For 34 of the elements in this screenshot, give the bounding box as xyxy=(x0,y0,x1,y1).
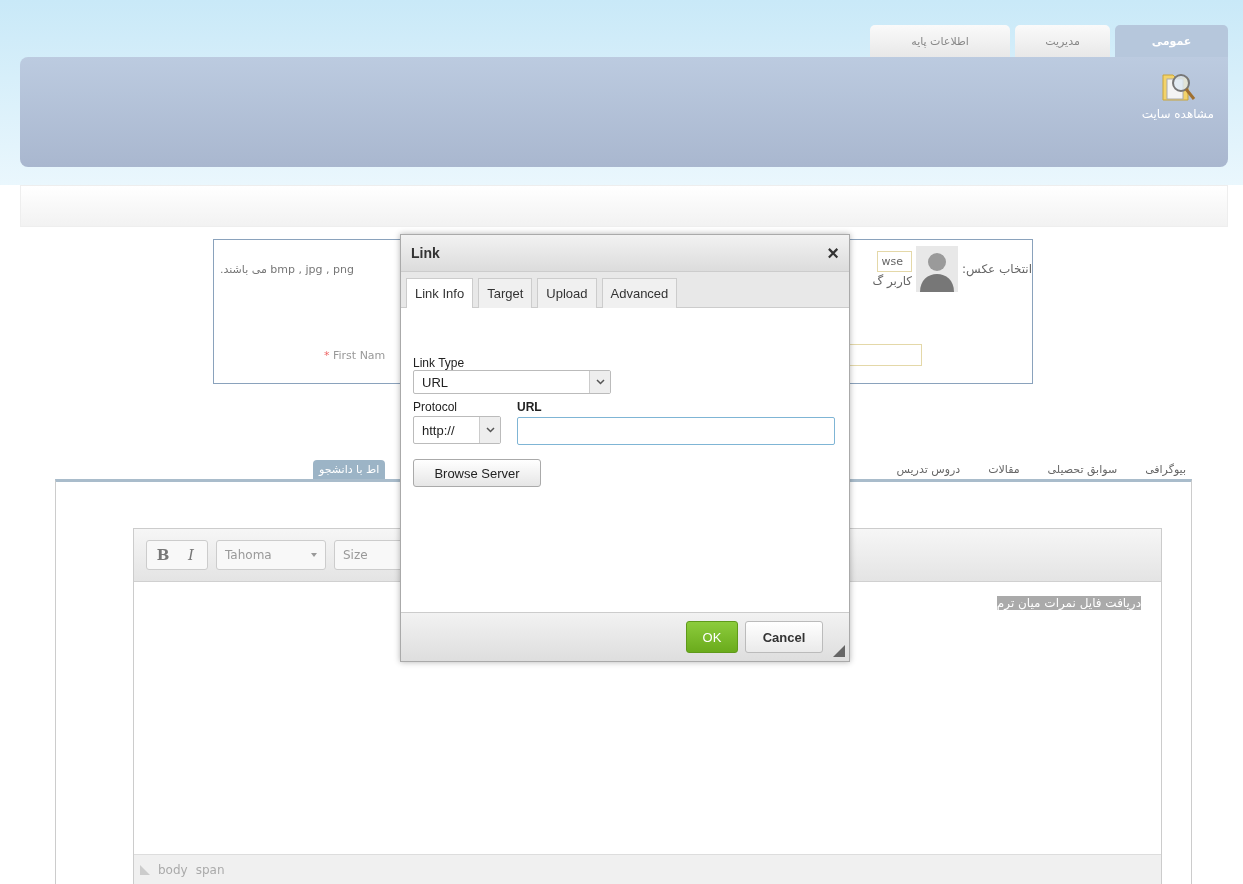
content-tab[interactable]: مقالات xyxy=(982,460,1026,479)
url-label: URL xyxy=(517,400,542,414)
photo-label: انتخاب عکس: xyxy=(962,262,1032,276)
avatar-icon xyxy=(916,246,959,292)
italic-button[interactable]: I xyxy=(179,546,203,564)
browse-button[interactable]: wse xyxy=(876,250,913,272)
header-tab[interactable]: مدیریت xyxy=(1015,25,1110,57)
link-type-select[interactable]: URL xyxy=(413,370,611,394)
dialog-tab[interactable]: Target xyxy=(478,278,533,308)
selected-text: دریافت فایل نمرات میان ترم xyxy=(996,596,1141,610)
dialog-tab[interactable]: Link Info xyxy=(406,278,474,308)
caret-icon xyxy=(595,379,605,385)
dialog-tab[interactable]: Advanced xyxy=(601,278,678,308)
content-tab[interactable]: دروس تدریس xyxy=(890,460,967,479)
content-tab[interactable]: سوابق تحصیلی xyxy=(1041,460,1124,479)
resize-icon xyxy=(140,864,150,875)
dropdown-arrow-icon xyxy=(311,553,317,557)
browse-server-button[interactable]: Browse Server xyxy=(413,459,541,487)
protocol-select[interactable]: http:// xyxy=(413,416,501,444)
caret-icon xyxy=(485,427,495,433)
link-type-label: Link Type xyxy=(413,356,466,370)
header-tab[interactable]: اطلاعات پایه xyxy=(870,25,1010,57)
url-input[interactable] xyxy=(517,417,835,445)
bold-button[interactable]: B xyxy=(151,546,175,564)
formats-note: bmp , jpg , png می باشند. xyxy=(220,262,354,276)
close-button[interactable]: × xyxy=(827,241,839,265)
content-tab[interactable]: بیوگرافی xyxy=(1139,460,1192,479)
dialog-title: Link xyxy=(411,245,440,261)
cancel-button[interactable]: Cancel xyxy=(745,621,823,653)
protocol-label: Protocol xyxy=(413,400,458,414)
dialog-tab[interactable]: Upload xyxy=(537,278,597,308)
user-text: کاربر گ xyxy=(872,273,913,288)
resize-handle-icon[interactable] xyxy=(833,645,845,657)
first-name-label: * First Nam xyxy=(324,348,386,362)
